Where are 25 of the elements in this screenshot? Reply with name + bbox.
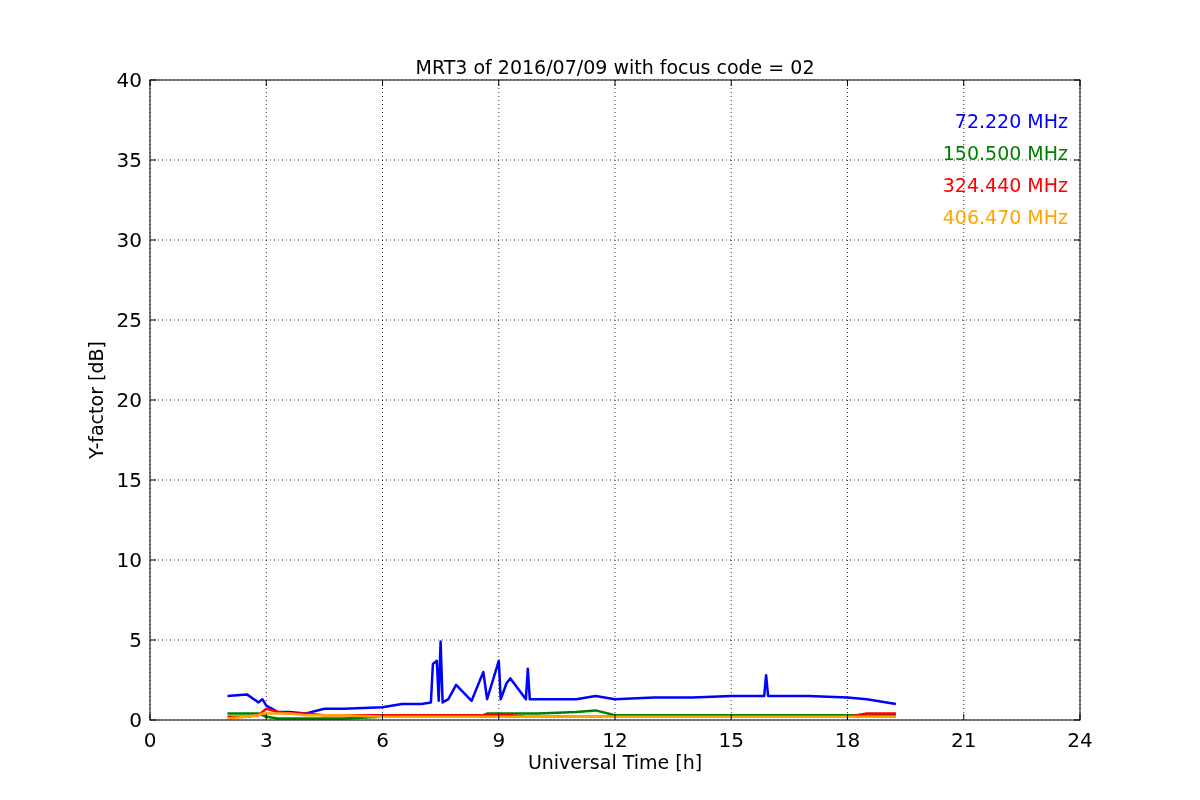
x-tick-label: 15 <box>718 728 744 752</box>
y-tick-label: 15 <box>116 468 142 492</box>
legend-label: 72.220 MHz <box>954 110 1068 132</box>
legend-label: 324.440 MHz <box>942 174 1068 196</box>
y-tick-label: 5 <box>129 628 142 652</box>
x-axis-label: Universal Time [h] <box>527 751 703 773</box>
y-tick-label: 10 <box>116 548 142 572</box>
y-tick-label: 30 <box>116 228 142 252</box>
legend-label: 406.470 MHz <box>942 206 1068 228</box>
x-tick-label: 9 <box>492 728 506 752</box>
x-tick-label: 6 <box>376 728 389 752</box>
legend-label: 150.500 MHz <box>942 142 1068 164</box>
x-tick-label: 18 <box>834 728 861 752</box>
x-tick-label: 0 <box>143 728 157 752</box>
x-tick-label: 24 <box>1067 728 1093 752</box>
x-tick-label: 12 <box>602 728 628 752</box>
x-tick-label: 21 <box>951 728 977 752</box>
chart-title: MRT3 of 2016/07/09 with focus code = 02 <box>415 56 815 78</box>
y-axis-label: Y-factor [dB] <box>85 341 107 459</box>
x-tick-label: 3 <box>259 728 273 752</box>
y-tick-label: 35 <box>116 148 142 172</box>
y-tick-label: 0 <box>129 708 142 732</box>
y-tick-label: 25 <box>116 308 142 332</box>
y-tick-label: 20 <box>116 388 142 412</box>
y-tick-label: 40 <box>116 68 142 92</box>
